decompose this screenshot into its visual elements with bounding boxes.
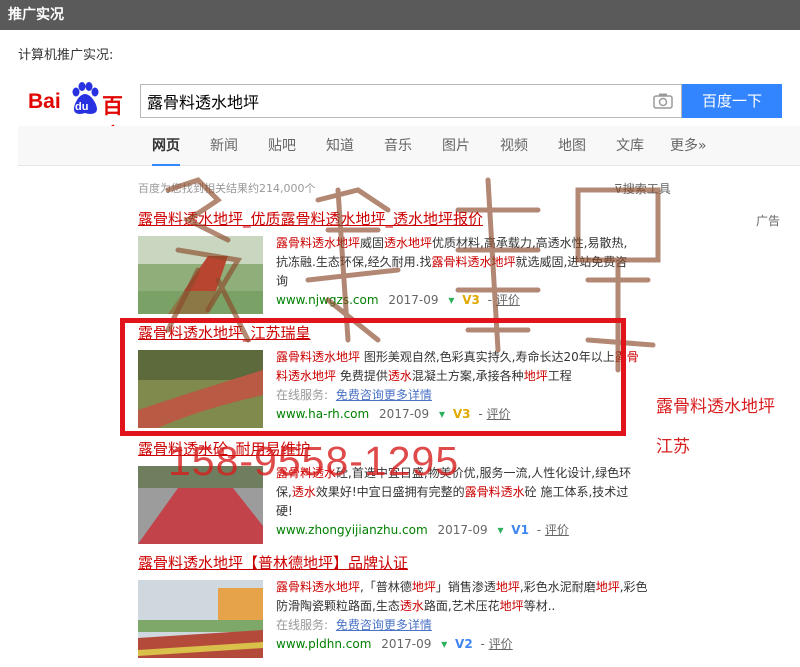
- description-text: ,彩色: [619, 580, 648, 594]
- keyword-highlight: 地坪: [495, 580, 520, 594]
- tab-music[interactable]: 音乐: [384, 126, 412, 166]
- result-date: 2017-09: [437, 523, 488, 537]
- search-result: 露骨料透水地坪【普林德地坪】品牌认证 露骨料透水地坪,「普林德地坪」销售渗透地坪…: [138, 552, 698, 664]
- search-screenshot: Bai du 百度 百度一下 网页 新闻 贴吧 知道 音乐 图片 视频 地图 文…: [18, 66, 800, 667]
- description-text: ,「普林德: [360, 580, 412, 594]
- highlight-frame: [120, 318, 626, 436]
- description-text: 抗冻融.生态环保,经久耐用.找: [276, 255, 432, 269]
- tab-map[interactable]: 地图: [558, 126, 586, 166]
- dropdown-arrow-icon[interactable]: ▾: [448, 293, 454, 307]
- search-tabs: 网页 新闻 贴吧 知道 音乐 图片 视频 地图 文库 更多»: [18, 126, 800, 166]
- filter-icon: ⊽: [614, 182, 623, 196]
- online-service: 在线服务: 免费咨询更多详情: [276, 616, 676, 635]
- description-text: 效果好!中宜日盛拥有完整的: [315, 485, 465, 499]
- result-date: 2017-09: [388, 293, 439, 307]
- description-line: 询: [276, 272, 676, 291]
- search-box: [140, 84, 682, 118]
- keyword-highlight: 露骨料透水地坪: [276, 580, 361, 594]
- review-link[interactable]: - 评价: [488, 293, 520, 307]
- result-thumbnail[interactable]: [138, 236, 263, 314]
- result-thumbnail[interactable]: [138, 580, 263, 658]
- keyword-highlight: 透水: [399, 599, 424, 613]
- overlay-keyword: 露骨料透水地坪: [656, 397, 775, 417]
- search-button[interactable]: 百度一下: [682, 84, 782, 118]
- review-label: 评价: [495, 293, 520, 307]
- keyword-highlight: 地坪: [411, 580, 436, 594]
- description-text: 询: [276, 274, 289, 288]
- result-title-link[interactable]: 露骨料透水地坪_优质露骨料透水地坪_透水地坪报价: [138, 208, 698, 230]
- logo-bai-text: Bai: [28, 90, 61, 113]
- result-meta: www.zhongyijianzhu.com 2017-09 ▾ V1 - 评价: [276, 521, 676, 540]
- panel-header: 推广实况: [0, 0, 800, 30]
- description-text: 就选威固,进站免费咨: [515, 255, 628, 269]
- keyword-highlight: 透水: [291, 485, 316, 499]
- tab-web[interactable]: 网页: [152, 126, 180, 166]
- keyword-highlight: 地坪: [595, 580, 620, 594]
- description-text: 砼 施工体系,技术过: [524, 485, 629, 499]
- description-text: 防滑陶瓷颗粒路面,生态: [276, 599, 400, 613]
- result-date: 2017-09: [381, 637, 432, 651]
- result-url[interactable]: www.pldhn.com: [276, 637, 371, 651]
- description-line: 露骨料透水地坪,「普林德地坪」销售渗透地坪,彩色水泥耐磨地坪,彩色: [276, 578, 676, 597]
- result-url[interactable]: www.zhongyijianzhu.com: [276, 523, 428, 537]
- description-text: 等材..: [523, 599, 556, 613]
- result-url[interactable]: www.njwgzs.com: [276, 293, 379, 307]
- description-line: 露骨料透水地坪威固透水地坪优质材料,高承载力,高透水性,易散热,: [276, 234, 676, 253]
- search-tools-label: 搜索工具: [622, 182, 671, 196]
- logo-du-text: du: [75, 101, 89, 113]
- tab-more[interactable]: 更多»: [670, 126, 707, 166]
- tab-news[interactable]: 新闻: [210, 126, 238, 166]
- description-line: 保,透水效果好!中宜日盛拥有完整的露骨料透水砼 施工体系,技术过: [276, 483, 676, 502]
- panel-title: 推广实况: [8, 7, 64, 23]
- result-description: 露骨料透水地坪,「普林德地坪」销售渗透地坪,彩色水泥耐磨地坪,彩色 防滑陶瓷颗粒…: [276, 578, 676, 654]
- intro-label: 计算机推广实况:: [18, 48, 114, 63]
- description-text: 优质材料,高承载力,高透水性,易散热,: [432, 236, 628, 250]
- description-text: 路面,艺术压花: [423, 599, 500, 613]
- keyword-highlight: 露骨料透水地坪: [276, 236, 361, 250]
- description-line: 防滑陶瓷颗粒路面,生态透水路面,艺术压花地坪等材..: [276, 597, 676, 616]
- dropdown-arrow-icon[interactable]: ▾: [497, 523, 503, 537]
- camera-icon[interactable]: [653, 92, 673, 110]
- phone-number-overlay: 158-9558-1295: [168, 438, 460, 484]
- result-title-link[interactable]: 露骨料透水地坪【普林德地坪】品牌认证: [138, 552, 698, 574]
- description-text: 」销售渗透: [435, 580, 496, 594]
- tab-wenku[interactable]: 文库: [616, 126, 644, 166]
- description-text: 保,: [276, 485, 292, 499]
- review-label: 评价: [488, 637, 513, 651]
- service-label: 在线服务:: [276, 618, 329, 632]
- baidu-logo[interactable]: Bai du 百度: [28, 80, 138, 148]
- review-link[interactable]: - 评价: [537, 523, 569, 537]
- result-count: 百度为您找到相关结果约214,000个: [138, 182, 316, 195]
- description-text: 威固: [360, 236, 385, 250]
- result-meta: www.pldhn.com 2017-09 ▾ V2 - 评价: [276, 635, 676, 654]
- service-link[interactable]: 免费咨询更多详情: [336, 618, 432, 632]
- keyword-highlight: 地坪: [499, 599, 524, 613]
- keyword-highlight: 露骨料透水: [464, 485, 525, 499]
- search-input[interactable]: [147, 90, 637, 112]
- review-link[interactable]: - 评价: [481, 637, 513, 651]
- ad-tag: 广告: [756, 214, 781, 228]
- review-label: 评价: [544, 523, 569, 537]
- v-rank-badge[interactable]: V2: [455, 637, 473, 651]
- keyword-highlight: 露骨料透水地坪: [431, 255, 516, 269]
- v-rank-badge[interactable]: V1: [511, 523, 529, 537]
- result-meta: www.njwgzs.com 2017-09 ▾ V3 - 评价: [276, 291, 676, 310]
- tab-tieba[interactable]: 贴吧: [268, 126, 296, 166]
- tab-video[interactable]: 视频: [500, 126, 528, 166]
- search-tools-button[interactable]: ⊽搜索工具: [614, 180, 671, 197]
- description-line: 硬!: [276, 502, 676, 521]
- v-rank-badge[interactable]: V3: [462, 293, 480, 307]
- keyword-highlight: 透水地坪: [384, 236, 433, 250]
- search-result: 露骨料透水地坪_优质露骨料透水地坪_透水地坪报价 露骨料透水地坪威固透水地坪优质…: [138, 208, 698, 320]
- description-text: 硬!: [276, 504, 293, 518]
- result-description: 露骨料透水地坪威固透水地坪优质材料,高承载力,高透水性,易散热, 抗冻融.生态环…: [276, 234, 676, 310]
- description-line: 抗冻融.生态环保,经久耐用.找露骨料透水地坪就选威固,进站免费咨: [276, 253, 676, 272]
- tab-images[interactable]: 图片: [442, 126, 470, 166]
- tab-zhidao[interactable]: 知道: [326, 126, 354, 166]
- dropdown-arrow-icon[interactable]: ▾: [441, 637, 447, 651]
- description-text: ,彩色水泥耐磨: [519, 580, 596, 594]
- overlay-region: 江苏: [656, 437, 690, 457]
